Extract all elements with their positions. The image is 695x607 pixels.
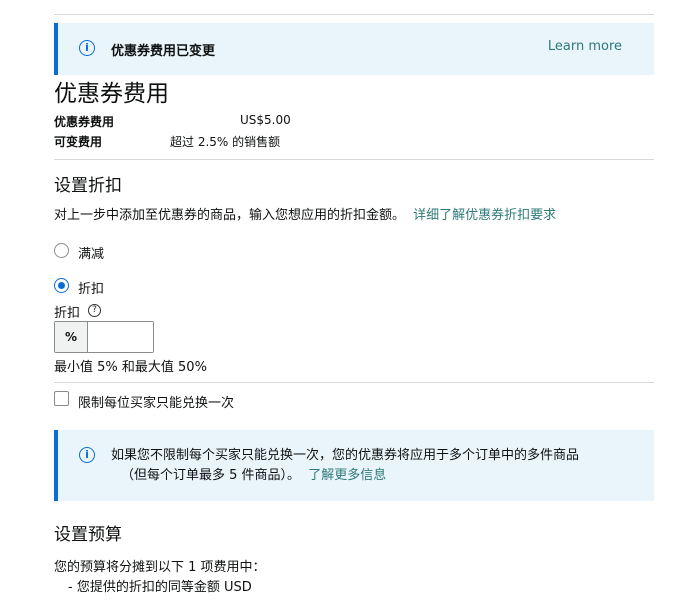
learn-more-info-link[interactable]: 了解更多信息 xyxy=(308,468,386,483)
limit-info-alert: i 如果您不限制每个买家只能兑换一次，您的优惠券将应用于多个订单中的多件商品 （… xyxy=(54,430,654,501)
budget-heading: 设置预算 xyxy=(54,525,122,545)
variable-fee-value: 超过 2.5% 的销售额 xyxy=(170,135,281,149)
limit-once-label[interactable]: 限制每位买家只能兑换一次 xyxy=(78,392,234,411)
budget-item: - 您提供的折扣的同等金额 USD xyxy=(68,580,252,595)
fixed-amount-label[interactable]: 满减 xyxy=(78,243,104,262)
discount-description: 对上一步中添加至优惠券的商品，输入您想应用的折扣金额。 详细了解优惠券折扣要求 xyxy=(54,204,556,223)
limit-info-line1: 如果您不限制每个买家只能兑换一次，您的优惠券将应用于多个订单中的多件商品 xyxy=(111,448,580,463)
fee-label: 优惠券费用 xyxy=(54,115,115,129)
percentage-label[interactable]: 折扣 xyxy=(78,278,104,297)
percentage-radio[interactable] xyxy=(54,278,69,293)
info-icon: i xyxy=(79,40,95,56)
help-icon[interactable]: ? xyxy=(88,304,101,317)
divider xyxy=(54,14,654,15)
discount-description-text: 对上一步中添加至优惠券的商品，输入您想应用的折扣金额。 xyxy=(54,208,406,223)
discount-heading: 设置折扣 xyxy=(54,176,122,196)
coupon-settings-page: i 优惠券费用已变更 Learn more 优惠券费用 优惠券费用 US$5.0… xyxy=(0,0,695,607)
discount-field-label: 折扣 xyxy=(54,306,81,321)
percent-prefix: % xyxy=(55,322,88,352)
learn-more-link[interactable]: Learn more xyxy=(548,39,622,54)
alert-title: 优惠券费用已变更 xyxy=(111,44,216,59)
limit-info-text: 如果您不限制每个买家只能兑换一次，您的优惠券将应用于多个订单中的多件商品 （但每… xyxy=(111,446,631,486)
limit-info-line2: （但每个订单最多 5 件商品）。 xyxy=(121,468,301,483)
discount-input-group: % xyxy=(54,321,154,353)
limit-info-line2-wrap: （但每个订单最多 5 件商品）。 了解更多信息 xyxy=(111,466,631,486)
fee-change-alert: i 优惠券费用已变更 Learn more xyxy=(54,23,654,75)
info-icon: i xyxy=(79,447,95,463)
limit-once-checkbox[interactable] xyxy=(54,391,69,406)
divider xyxy=(54,159,654,160)
coupon-fees-heading: 优惠券费用 xyxy=(54,81,169,107)
fixed-amount-radio[interactable] xyxy=(54,243,69,258)
fee-value: US$5.00 xyxy=(240,113,291,127)
discount-input[interactable] xyxy=(89,322,153,352)
discount-hint: 最小值 5% 和最大值 50% xyxy=(54,360,207,375)
divider xyxy=(54,382,654,383)
budget-description: 您的预算将分摊到以下 1 项费用中： xyxy=(54,560,266,575)
variable-fee-label: 可变费用 xyxy=(54,135,103,149)
discount-requirements-link[interactable]: 详细了解优惠券折扣要求 xyxy=(413,208,556,223)
